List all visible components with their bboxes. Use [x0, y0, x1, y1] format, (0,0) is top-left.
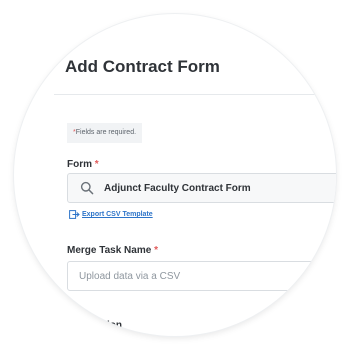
required-asterisk: *: [94, 159, 99, 170]
merge-task-name-input[interactable]: [67, 261, 336, 291]
merge-task-label-text: Merge Task Name: [67, 245, 152, 256]
form-selected-value: Adjunct Faculty Contract Form: [104, 183, 251, 194]
page-title: Add Contract Form: [65, 57, 220, 76]
form-field-label: Form *: [67, 159, 99, 170]
search-icon: [80, 181, 94, 195]
form-label-text: Form: [67, 159, 92, 170]
required-asterisk: *: [154, 245, 158, 256]
merge-task-name-label: Merge Task Name *: [67, 245, 158, 256]
page: Add Contract Form *Fields are required. …: [0, 0, 350, 350]
form-search-select[interactable]: Adjunct Faculty Contract Form: [67, 173, 336, 203]
required-note-text: Fields are required.: [75, 129, 137, 136]
header-divider: [54, 94, 336, 95]
export-csv-template-link[interactable]: Export CSV Template: [69, 210, 153, 219]
zoom-lens: Add Contract Form *Fields are required. …: [14, 14, 336, 336]
add-contract-form-panel: Add Contract Form *Fields are required. …: [14, 14, 336, 336]
export-link-label: Export CSV Template: [82, 211, 153, 218]
export-icon: [69, 210, 80, 219]
description-label: Description: [67, 320, 123, 331]
required-fields-note: *Fields are required.: [67, 123, 143, 143]
